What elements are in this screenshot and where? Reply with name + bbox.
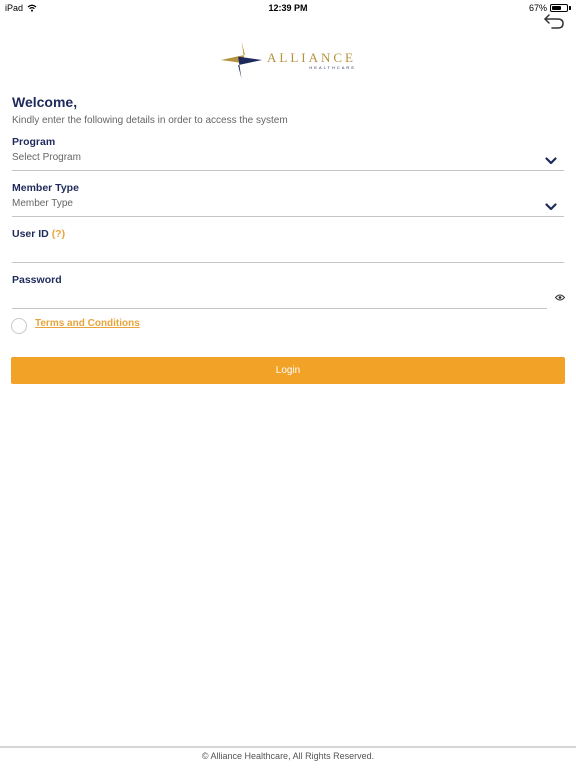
logo-star-icon [221, 41, 262, 79]
member-type-select[interactable]: Member Type [12, 198, 564, 210]
clock: 12:39 PM [268, 3, 308, 13]
login-button[interactable]: Login [11, 357, 565, 384]
logo-name: ALLIANCE [267, 49, 356, 65]
user-id-input[interactable] [12, 244, 542, 258]
alliance-logo: ALLIANCE HEALTHCARE [221, 38, 356, 82]
password-field[interactable]: Password [12, 274, 564, 309]
footer-divider [0, 746, 576, 748]
password-input[interactable] [12, 290, 542, 304]
user-id-label-text: User ID [12, 228, 49, 240]
user-id-field[interactable]: User ID (?) [12, 228, 564, 263]
battery-fill [552, 6, 562, 10]
battery-percent: 67% [528, 3, 547, 13]
user-id-label: User ID (?) [12, 228, 564, 240]
member-type-label: Member Type [12, 182, 79, 194]
chevron-down-icon[interactable] [545, 157, 557, 165]
status-bar: iPad 12:39 PM 67% [0, 0, 576, 16]
status-bar-right: 67% [529, 3, 571, 13]
user-id-underline [12, 262, 564, 263]
member-type-field[interactable]: Member Type Member Type [12, 182, 564, 217]
battery-tip [569, 6, 571, 10]
member-type-underline [12, 216, 564, 217]
footer-copyright: © Alliance Healthcare, All Rights Reserv… [201, 751, 375, 761]
welcome-heading: Welcome, [12, 94, 78, 110]
battery-icon [550, 4, 568, 12]
logo-tagline: HEALTHCARE [309, 64, 356, 70]
program-underline [12, 170, 564, 171]
password-underline [12, 308, 547, 309]
eye-icon[interactable] [555, 294, 565, 301]
user-id-help-link[interactable]: (?) [52, 228, 65, 240]
program-label: Program [12, 136, 56, 148]
user-id-value [12, 244, 564, 258]
terms-row: Terms and Conditions [11, 318, 140, 334]
password-label: Password [12, 274, 62, 286]
program-select[interactable]: Select Program [12, 152, 564, 164]
terms-radio[interactable] [11, 318, 27, 334]
welcome-subtitle: Kindly enter the following details in or… [12, 115, 288, 126]
program-field[interactable]: Program Select Program [12, 136, 564, 171]
back-arrow-icon[interactable] [543, 13, 565, 29]
password-value [12, 290, 564, 304]
chevron-down-icon[interactable] [545, 203, 557, 211]
terms-link[interactable]: Terms and Conditions [35, 318, 140, 329]
